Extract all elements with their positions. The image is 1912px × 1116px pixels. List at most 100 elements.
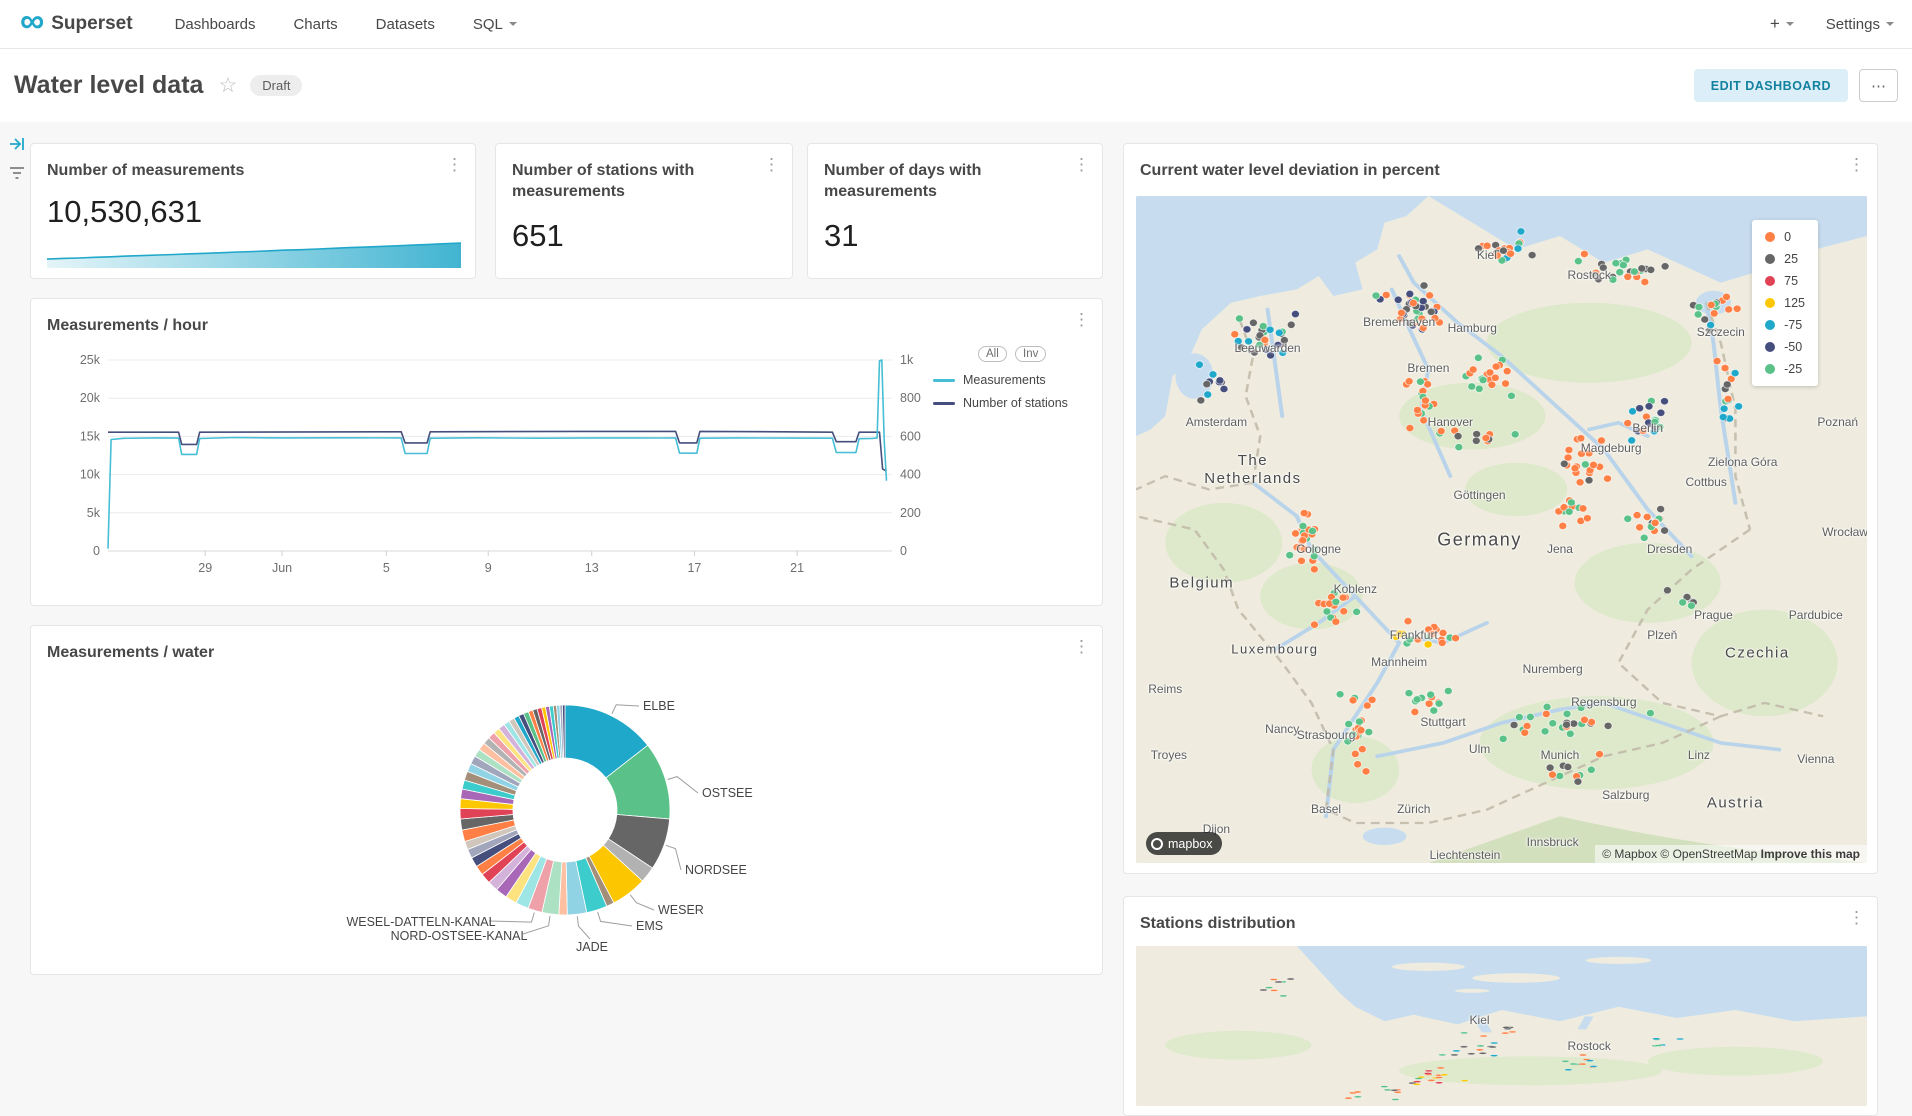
svg-text:0: 0 — [93, 544, 100, 558]
legend-color-dot — [1765, 276, 1775, 286]
top-navbar: ∞ Superset Dashboards Charts Datasets SQL +… — [0, 0, 1912, 49]
svg-text:13: 13 — [585, 561, 599, 575]
legend-color-dot — [1765, 320, 1775, 330]
svg-text:ELBE: ELBE — [643, 699, 675, 713]
stations-map[interactable]: KielRostock — [1136, 946, 1867, 1106]
nav-item-label: Dashboards — [175, 16, 256, 33]
big-number-value: 31 — [824, 218, 858, 254]
card-title: Number of measurements — [47, 160, 435, 181]
card-measurements-per-hour: Measurements / hour ⋮ All Inv Measuremen… — [30, 298, 1103, 606]
measurements-hour-line-chart: 005k20010k40015k60020k80025k1k29Jun59131… — [31, 335, 1104, 607]
mapbox-logo-icon — [1151, 838, 1163, 850]
big-number-value: 651 — [512, 218, 564, 254]
legend-color-dot — [1765, 254, 1775, 264]
nav-item-datasets[interactable]: Datasets — [376, 16, 435, 33]
svg-text:WESER: WESER — [658, 903, 704, 917]
legend-item-25[interactable]: 25 — [1765, 252, 1805, 266]
svg-text:800: 800 — [900, 391, 921, 405]
main-nav: Dashboards Charts Datasets SQL — [175, 16, 517, 33]
svg-text:400: 400 — [900, 468, 921, 482]
map-attribution: © Mapbox © OpenStreetMap Improve this ma… — [1595, 845, 1867, 863]
card-measurements-per-water: Measurements / water ⋮ ELBE OSTSEE NORDSEE… — [30, 625, 1103, 975]
card-number-of-days: Number of days with measurements ⋮ 31 — [807, 143, 1103, 279]
new-menu-button[interactable]: + — [1770, 14, 1794, 34]
improve-map-link[interactable]: Improve this map — [1761, 847, 1860, 861]
svg-text:OSTSEE: OSTSEE — [702, 786, 753, 800]
svg-text:5k: 5k — [87, 506, 101, 520]
svg-text:Jun: Jun — [272, 561, 292, 575]
card-water-level-deviation-map: Current water level deviation in percent… — [1123, 143, 1878, 874]
kebab-menu-icon[interactable]: ⋮ — [1073, 156, 1090, 173]
chart-title: Measurements / water — [47, 642, 1062, 663]
card-title: Number of stations with measurements — [512, 160, 752, 202]
legend-item--25[interactable]: -25 — [1765, 362, 1805, 376]
svg-text:EMS: EMS — [636, 919, 663, 933]
big-number-value: 10,530,631 — [47, 194, 202, 230]
svg-text:20k: 20k — [80, 391, 101, 405]
filter-icon[interactable] — [9, 166, 25, 180]
kebab-menu-icon[interactable]: ⋮ — [1073, 638, 1090, 655]
svg-text:1k: 1k — [900, 353, 914, 367]
dashboard-header: Water level data ☆ Draft EDIT DASHBOARD … — [0, 49, 1912, 122]
nav-item-dashboards[interactable]: Dashboards — [175, 16, 256, 33]
nav-item-label: Charts — [293, 16, 337, 33]
kebab-menu-icon[interactable]: ⋮ — [1848, 156, 1865, 173]
legend-label: -75 — [1784, 318, 1802, 332]
edit-dashboard-button[interactable]: EDIT DASHBOARD — [1694, 69, 1848, 102]
settings-menu-button[interactable]: Settings — [1826, 16, 1894, 33]
navbar-right: + Settings — [1770, 14, 1894, 34]
card-number-of-measurements: Number of measurements ⋮ 10,530,631 — [30, 143, 476, 279]
chevron-down-icon — [1786, 22, 1794, 26]
legend-label: -25 — [1784, 362, 1802, 376]
draft-badge: Draft — [250, 75, 302, 96]
legend-color-dot — [1765, 364, 1775, 374]
legend-color-dot — [1765, 232, 1775, 242]
kebab-menu-icon[interactable]: ⋮ — [1848, 909, 1865, 926]
chart-title: Stations distribution — [1140, 913, 1837, 934]
legend-item-125[interactable]: 125 — [1765, 296, 1805, 310]
svg-text:0: 0 — [900, 544, 907, 558]
svg-text:21: 21 — [790, 561, 804, 575]
map-legend: 0 25 75 125 -75 -50 -25 — [1752, 220, 1818, 386]
legend-label: 25 — [1784, 252, 1798, 266]
svg-text:200: 200 — [900, 506, 921, 520]
legend-label: 0 — [1784, 230, 1791, 244]
card-title: Number of days with measurements — [824, 160, 1062, 202]
dashboard-canvas: Number of measurements ⋮ 10,530,631 Numb… — [0, 122, 1912, 1081]
brand-name: Superset — [51, 13, 132, 35]
nav-item-label: SQL — [473, 16, 503, 33]
superset-logo[interactable]: ∞ Superset — [20, 13, 133, 35]
legend-item--50[interactable]: -50 — [1765, 340, 1805, 354]
legend-label: -50 — [1784, 340, 1802, 354]
kebab-menu-icon[interactable]: ⋮ — [446, 156, 463, 173]
svg-text:15k: 15k — [80, 429, 101, 443]
legend-item-0[interactable]: 0 — [1765, 230, 1805, 244]
legend-label: 125 — [1784, 296, 1805, 310]
more-actions-button[interactable]: ⋯ — [1859, 69, 1898, 102]
legend-label: 75 — [1784, 274, 1798, 288]
station-dots-layer — [1136, 946, 1867, 1106]
nav-item-charts[interactable]: Charts — [293, 16, 337, 33]
measurements-water-donut-chart: ELBEOSTSEENORDSEEWESEREMSJADENORD-OSTSEE… — [31, 662, 1104, 976]
favorite-star-icon[interactable]: ☆ — [218, 73, 237, 98]
mapbox-wordmark: mapbox — [1168, 837, 1212, 851]
nav-item-sql[interactable]: SQL — [473, 16, 517, 33]
svg-text:NORDSEE: NORDSEE — [685, 863, 747, 877]
svg-text:29: 29 — [198, 561, 212, 575]
kebab-menu-icon[interactable]: ⋮ — [763, 156, 780, 173]
expand-filter-bar-icon[interactable] — [9, 136, 26, 152]
chevron-down-icon — [1886, 22, 1894, 26]
svg-text:10k: 10k — [80, 468, 101, 482]
svg-text:25k: 25k — [80, 353, 101, 367]
legend-item--75[interactable]: -75 — [1765, 318, 1805, 332]
attribution-text: © Mapbox © OpenStreetMap — [1602, 847, 1760, 861]
nav-item-label: Datasets — [376, 16, 435, 33]
deviation-map[interactable]: KielRostockSzczecinBremerhavenHamburgLee… — [1136, 196, 1867, 863]
svg-text:NORD-OSTSEE-KANAL: NORD-OSTSEE-KANAL — [391, 929, 528, 943]
mapbox-logo[interactable]: mapbox — [1146, 832, 1222, 855]
svg-text:17: 17 — [687, 561, 701, 575]
legend-item-75[interactable]: 75 — [1765, 274, 1805, 288]
chart-title: Measurements / hour — [47, 315, 1062, 336]
card-number-of-stations: Number of stations with measurements ⋮ 6… — [495, 143, 793, 279]
kebab-menu-icon[interactable]: ⋮ — [1073, 311, 1090, 328]
